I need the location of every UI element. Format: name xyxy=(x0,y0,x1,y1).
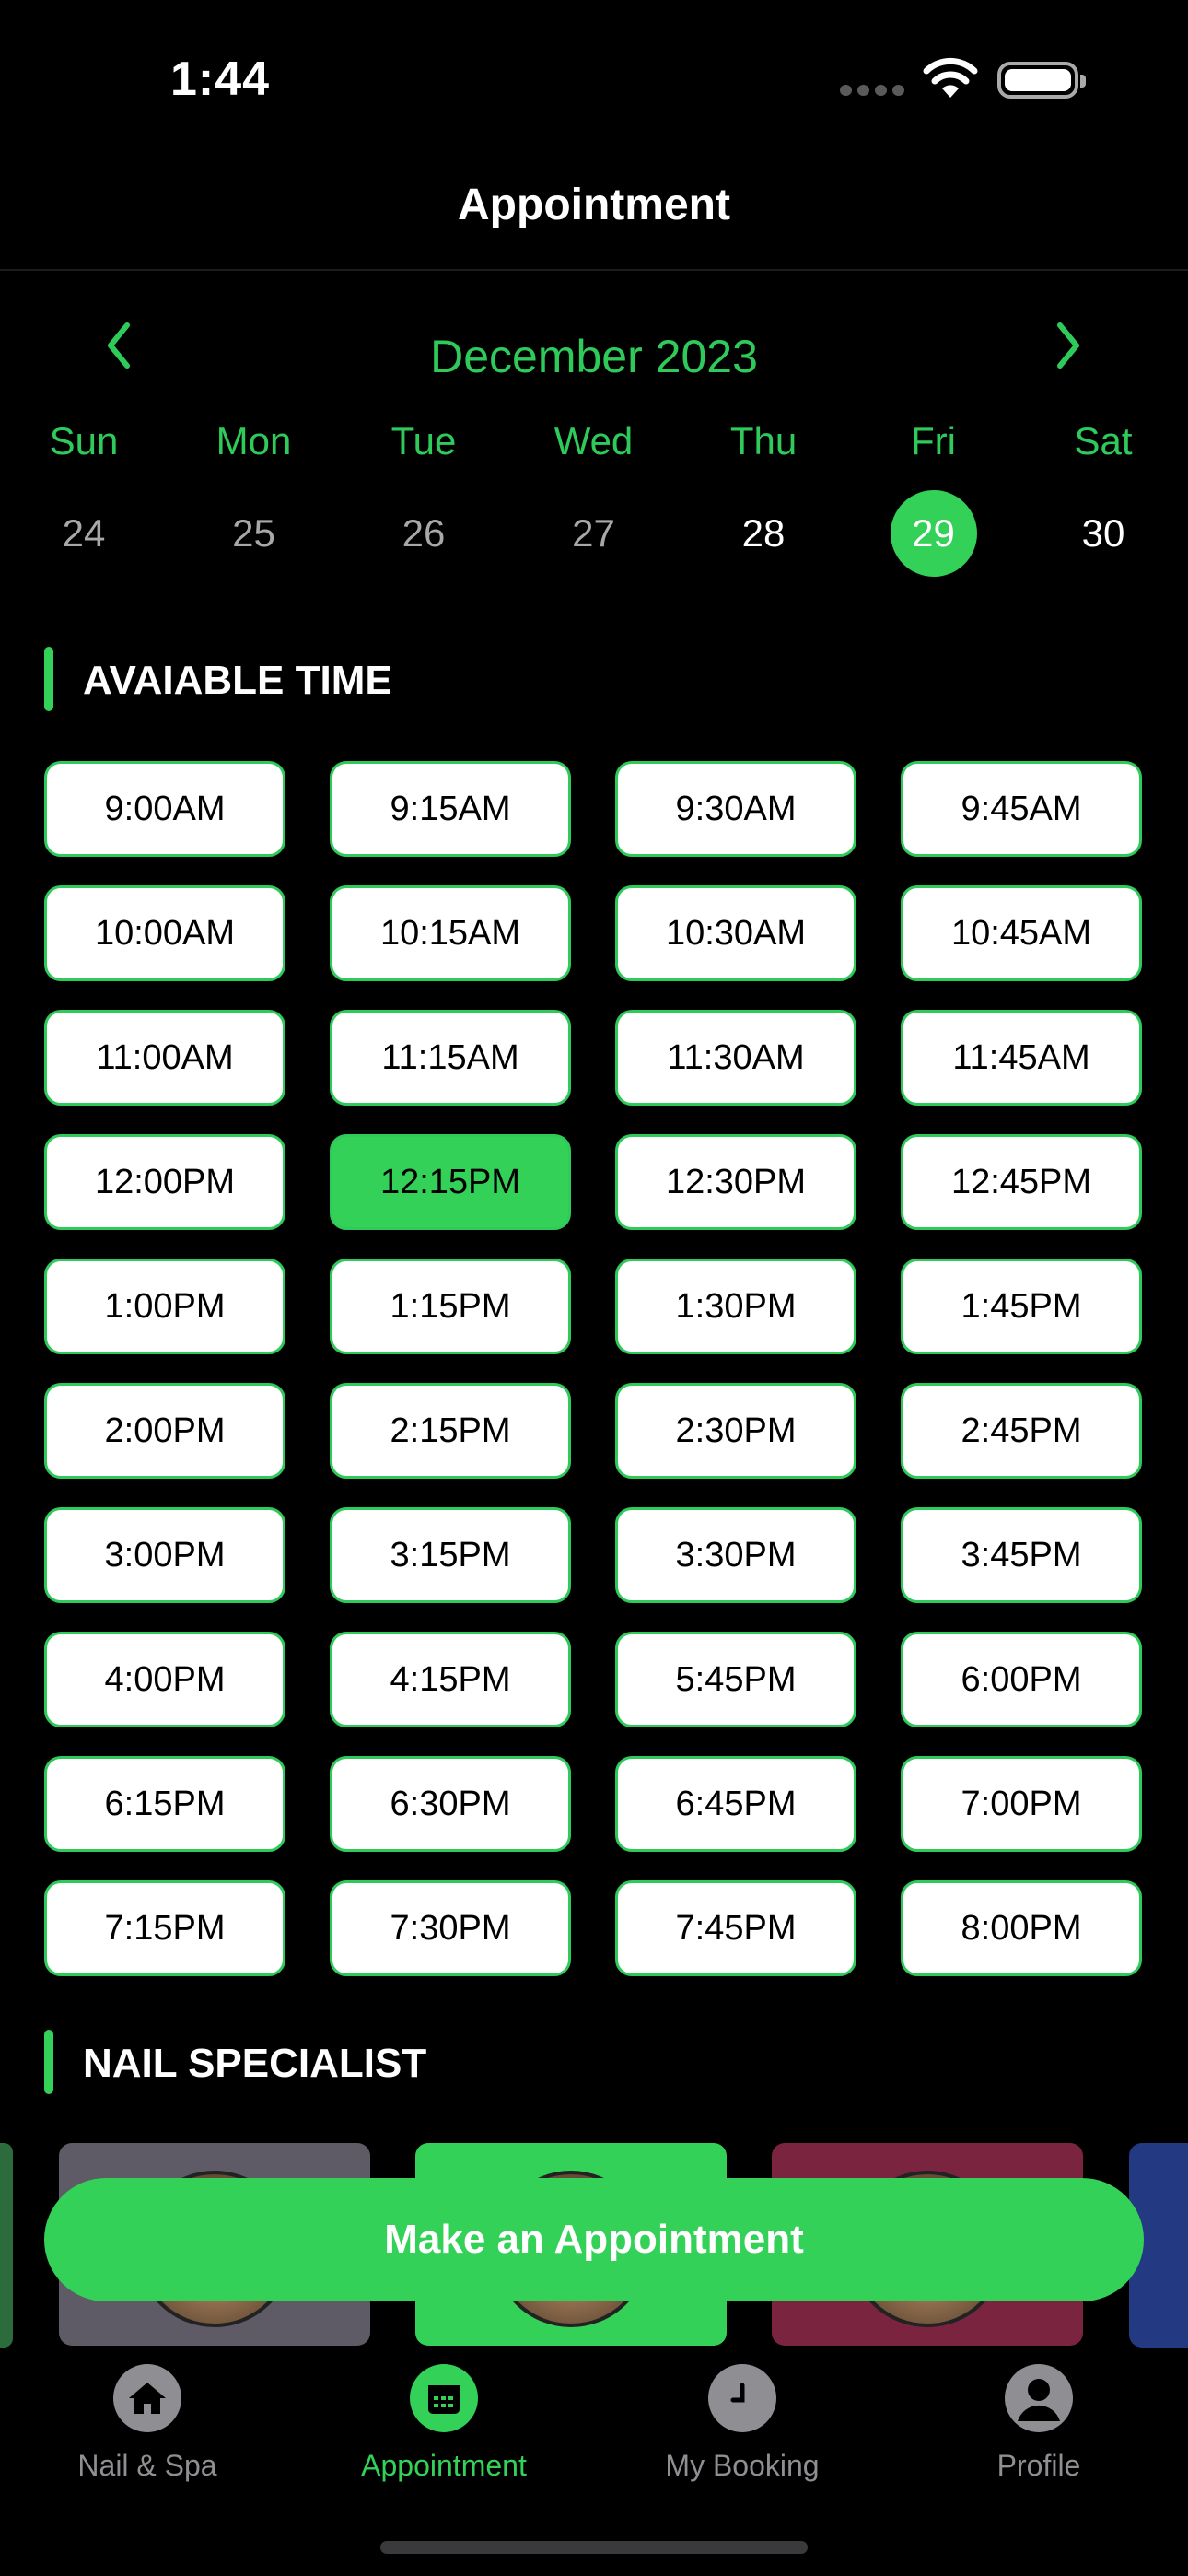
weekday-label: Sun xyxy=(49,419,119,463)
weekday-label: Fri xyxy=(911,419,956,463)
weekday-label: Thu xyxy=(729,419,798,463)
time-slot[interactable]: 4:15PM xyxy=(330,1632,571,1727)
battery-icon xyxy=(997,62,1086,99)
time-slot[interactable]: 1:15PM xyxy=(330,1259,571,1354)
weekday-label: Mon xyxy=(215,419,292,463)
time-slot[interactable]: 12:45PM xyxy=(901,1134,1142,1230)
time-slot[interactable]: 6:00PM xyxy=(901,1632,1142,1727)
weekday-label: Wed xyxy=(553,419,634,463)
time-slot[interactable]: 7:15PM xyxy=(44,1880,285,1976)
time-slot[interactable]: 6:30PM xyxy=(330,1756,571,1852)
time-slot[interactable]: 10:30AM xyxy=(615,885,856,981)
date-number: 27 xyxy=(572,511,615,555)
time-slot[interactable]: 9:00AM xyxy=(44,761,285,857)
time-slot[interactable]: 9:45AM xyxy=(901,761,1142,857)
time-slot[interactable]: 10:00AM xyxy=(44,885,285,981)
wifi-icon xyxy=(923,57,978,98)
date-cell[interactable]: 24 xyxy=(0,511,169,556)
tab-my-booking[interactable]: My Booking xyxy=(604,2364,880,2483)
status-time: 1:44 xyxy=(170,53,271,106)
date-number: 28 xyxy=(741,511,786,555)
section-title: AVAIABLE TIME xyxy=(83,658,392,703)
time-slot[interactable]: 3:15PM xyxy=(330,1507,571,1603)
time-slot[interactable]: 11:00AM xyxy=(44,1010,285,1106)
time-slot[interactable]: 9:30AM xyxy=(615,761,856,857)
date-cell[interactable]: 27 xyxy=(509,511,679,556)
tab-label: Nail & Spa xyxy=(77,2449,217,2482)
home-icon xyxy=(113,2364,181,2432)
time-slot[interactable]: 3:00PM xyxy=(44,1507,285,1603)
time-slot[interactable]: 2:00PM xyxy=(44,1383,285,1479)
specialist-card-partial[interactable] xyxy=(0,2143,13,2348)
cellular-signal-icon xyxy=(840,85,904,98)
time-slot-selected[interactable]: 12:15PM xyxy=(330,1134,571,1230)
make-appointment-button[interactable]: Make an Appointment xyxy=(44,2178,1144,2301)
time-slot[interactable]: 9:15AM xyxy=(330,761,571,857)
time-slot[interactable]: 10:45AM xyxy=(901,885,1142,981)
time-slot[interactable]: 11:15AM xyxy=(330,1010,571,1106)
tab-label: Profile xyxy=(996,2449,1081,2482)
time-slot[interactable]: 2:15PM xyxy=(330,1383,571,1479)
time-slot[interactable]: 11:45AM xyxy=(901,1010,1142,1106)
tab-appointment[interactable]: Appointment xyxy=(306,2364,582,2483)
time-slot[interactable]: 7:45PM xyxy=(615,1880,856,1976)
time-slot[interactable]: 4:00PM xyxy=(44,1632,285,1727)
time-slot[interactable]: 2:30PM xyxy=(615,1383,856,1479)
tab-profile[interactable]: Profile xyxy=(901,2364,1177,2483)
date-cell[interactable]: 28 xyxy=(679,511,848,556)
section-accent-bar xyxy=(44,647,53,711)
time-slot[interactable]: 1:30PM xyxy=(615,1259,856,1354)
date-number: 30 xyxy=(1081,511,1125,555)
time-slot[interactable]: 3:45PM xyxy=(901,1507,1142,1603)
weekday-label: Sat xyxy=(1074,419,1133,463)
tab-nail-spa[interactable]: Nail & Spa xyxy=(9,2364,285,2483)
time-slot[interactable]: 1:45PM xyxy=(901,1259,1142,1354)
chevron-right-icon[interactable] xyxy=(1047,318,1088,373)
date-cell[interactable]: 25 xyxy=(169,511,339,556)
time-slot[interactable]: 7:30PM xyxy=(330,1880,571,1976)
person-icon xyxy=(1005,2364,1073,2432)
tab-label: My Booking xyxy=(665,2449,820,2482)
time-slot[interactable]: 7:00PM xyxy=(901,1756,1142,1852)
header-divider xyxy=(0,269,1188,271)
time-slot[interactable]: 12:30PM xyxy=(615,1134,856,1230)
time-slot[interactable]: 8:00PM xyxy=(901,1880,1142,1976)
section-accent-bar xyxy=(44,2030,53,2094)
date-cell[interactable]: 30 xyxy=(1019,511,1188,556)
date-number: 29 xyxy=(890,490,977,577)
section-title: NAIL SPECIALIST xyxy=(83,2041,427,2086)
page-title: Appointment xyxy=(458,181,730,229)
date-number: 24 xyxy=(62,511,106,555)
date-number: 25 xyxy=(232,511,275,555)
calendar-icon xyxy=(410,2364,478,2432)
time-slot[interactable]: 10:15AM xyxy=(330,885,571,981)
time-slot[interactable]: 11:30AM xyxy=(615,1010,856,1106)
time-slot[interactable]: 2:45PM xyxy=(901,1383,1142,1479)
time-slot[interactable]: 12:00PM xyxy=(44,1134,285,1230)
month-label: December 2023 xyxy=(430,331,758,382)
time-slot[interactable]: 3:30PM xyxy=(615,1507,856,1603)
time-slot[interactable]: 1:00PM xyxy=(44,1259,285,1354)
clock-icon xyxy=(708,2364,776,2432)
time-slot[interactable]: 6:15PM xyxy=(44,1756,285,1852)
date-number: 26 xyxy=(402,511,446,555)
date-cell[interactable]: 26 xyxy=(339,511,508,556)
date-cell-selected[interactable]: 29 xyxy=(849,490,1019,577)
time-slot[interactable]: 5:45PM xyxy=(615,1632,856,1727)
home-indicator xyxy=(380,2541,808,2554)
tab-label: Appointment xyxy=(361,2449,527,2482)
weekday-label: Tue xyxy=(390,419,457,463)
time-slot[interactable]: 6:45PM xyxy=(615,1756,856,1852)
